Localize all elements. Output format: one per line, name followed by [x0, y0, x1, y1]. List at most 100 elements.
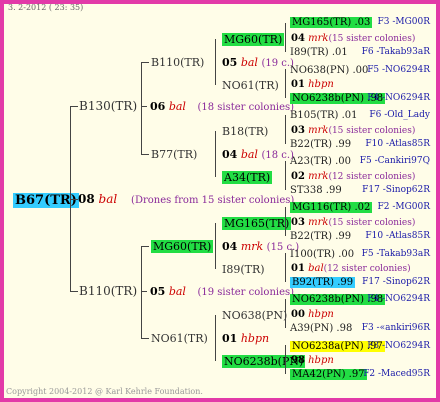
gen4-row[interactable]: A39(PN) .98 F3 -«ankiri96R	[290, 322, 430, 335]
gen3-num: 03	[291, 125, 305, 136]
gen4-row[interactable]: A23(TR) .00 F5 -Cankiri97Q	[290, 155, 430, 168]
gen4-id[interactable]: I89(TR) .01	[290, 47, 348, 58]
gen4-id[interactable]: MG165(TR) .03	[290, 17, 373, 28]
gen4-row[interactable]: B22(TR) .99 F10 -Atlas85R	[290, 230, 430, 243]
gen4-id[interactable]: B105(TR) .01	[290, 110, 358, 121]
gen4-id[interactable]: A23(TR) .00	[290, 156, 351, 167]
gen3-queen[interactable]: A34(TR)	[222, 171, 273, 184]
gen3-drone-info: 01 hbpn	[291, 78, 334, 91]
connector	[285, 345, 286, 374]
gen3-queen[interactable]: NO638(PN)	[222, 309, 287, 322]
connector	[141, 246, 142, 338]
gen3-note: (12 sister colonies)	[328, 172, 416, 182]
gen3-num: 03	[291, 217, 305, 228]
gen4-row[interactable]: ST338 .99 F17 -Sinop62R	[290, 184, 430, 197]
gen3-queen[interactable]: MG60(TR)	[222, 33, 285, 46]
gen4-row[interactable]: NO6238b(PN) .98 F4 -NO6294R	[290, 92, 430, 105]
gen3-note: (15 sister colonies)	[328, 34, 416, 44]
gen4-row[interactable]: B22(TR) .99 F10 -Atlas85R	[290, 138, 430, 151]
gen4-line: F2 -MG00R	[377, 202, 430, 212]
gen3-note: (12 sister colonies)	[323, 264, 411, 274]
connector	[141, 246, 149, 247]
gen2-num: 04	[222, 240, 238, 253]
gen4-line: F4 -NO6294R	[367, 93, 430, 103]
gen3-id[interactable]: A34(TR)	[222, 171, 273, 184]
gen3-drone-info: 03 mrk(15 sister colonies)	[291, 216, 415, 230]
connector	[215, 315, 216, 361]
connector	[285, 207, 286, 236]
gen2-drone-info: 01 hbpn	[222, 332, 269, 345]
gen1-code: bal	[168, 100, 186, 113]
gen4-id[interactable]: A39(PN) .98	[290, 323, 352, 334]
gen4-line: F2 -Maced95R	[363, 369, 430, 379]
gen3-drone-info: 98 hbpn	[291, 354, 334, 367]
gen3-num: 00	[291, 309, 305, 320]
gen1-num: 05	[150, 285, 166, 298]
gen2-id[interactable]: MG60(TR)	[151, 240, 214, 253]
connector	[215, 131, 216, 177]
gen3-id[interactable]: MG60(TR)	[222, 33, 285, 46]
gen3-code: mrk	[308, 125, 329, 136]
connector	[285, 299, 286, 328]
gen4-id[interactable]: B22(TR) .99	[290, 231, 351, 242]
gen2-queen[interactable]: NO61(TR)	[151, 332, 208, 345]
gen4-line: F3 -«ankiri96R	[361, 323, 430, 333]
gen4-line: F10 -Atlas85R	[365, 231, 430, 241]
gen1-drone-info: 06 bal (18 sister colonies)	[150, 100, 294, 114]
gen4-id[interactable]: B92(TR) .99	[290, 277, 356, 288]
gen4-line: F4 -NO6294R	[367, 294, 430, 304]
gen1-queen[interactable]: B110(TR)	[79, 285, 137, 298]
gen4-line: F17 -Sinop62R	[362, 277, 430, 287]
connector	[215, 223, 216, 269]
connector	[215, 39, 216, 85]
gen4-line: F10 -Atlas85R	[365, 139, 430, 149]
gen4-line: F6 -Old_Lady	[369, 110, 430, 120]
gen2-queen[interactable]: MG60(TR)	[151, 240, 214, 253]
gen3-queen[interactable]: MG165(TR)	[222, 217, 292, 230]
connector	[285, 69, 286, 98]
gen3-id[interactable]: MG165(TR)	[222, 217, 292, 230]
gen4-id[interactable]: I100(TR) .00	[290, 249, 354, 260]
gen3-drone-info: 00 hbpn	[291, 308, 334, 321]
connector	[70, 199, 78, 200]
gen1-queen[interactable]: B130(TR)	[79, 100, 137, 113]
gen4-line: F5 -Takab93aR	[361, 249, 430, 259]
gen4-row[interactable]: B92(TR) .99 F17 -Sinop62R	[290, 276, 430, 289]
gen4-id[interactable]: B22(TR) .99	[290, 139, 351, 150]
gen4-row[interactable]: I89(TR) .01 F6 -Takab93aR	[290, 46, 430, 59]
gen2-drone-info: 05 bal (19 c.)	[222, 56, 294, 70]
gen4-id[interactable]: MA42(PN) .97	[290, 369, 367, 380]
gen3-note: (15 sister colonies)	[328, 218, 416, 228]
gen2-queen[interactable]: B110(TR)	[151, 56, 204, 69]
gen4-row[interactable]: MG165(TR) .03 F3 -MG00R	[290, 16, 430, 29]
gen4-id[interactable]: ST338 .99	[290, 185, 342, 196]
gen3-code: mrk	[308, 33, 329, 44]
timestamp: 3. 2-2012 ( 23: 35)	[8, 3, 84, 12]
gen4-row[interactable]: MA42(PN) .97 F2 -Maced95R	[290, 368, 430, 381]
gen4-line: F3 -MG00R	[377, 17, 430, 27]
gen4-row[interactable]: NO6238a(PN) .97 F3 -NO6294R	[290, 340, 430, 353]
gen1-code: bal	[168, 285, 186, 298]
gen3-queen[interactable]: I89(TR)	[222, 263, 265, 276]
gen3-num: 01	[291, 263, 305, 274]
gen4-line: F3 -NO6294R	[367, 341, 430, 351]
gen3-queen[interactable]: B18(TR)	[222, 125, 268, 138]
gen4-row[interactable]: NO6238b(PN) .98 F4 -NO6294R	[290, 293, 430, 306]
root-num: 08	[78, 192, 95, 206]
gen4-row[interactable]: NO638(PN) .00 F5 -NO6294R	[290, 64, 430, 77]
gen1-note: (18 sister colonies)	[197, 102, 295, 113]
gen2-num: 05	[222, 56, 238, 69]
gen3-queen[interactable]: NO61(TR)	[222, 79, 279, 92]
gen4-row[interactable]: B105(TR) .01 F6 -Old_Lady	[290, 109, 430, 122]
gen3-num: 02	[291, 171, 305, 182]
gen4-row[interactable]: I100(TR) .00 F5 -Takab93aR	[290, 248, 430, 261]
connector	[285, 161, 286, 190]
gen2-num: 01	[222, 332, 238, 345]
gen4-line: F5 -Cankiri97Q	[359, 156, 430, 166]
root-id[interactable]: B67(TR)	[13, 193, 79, 208]
gen2-queen[interactable]: B77(TR)	[151, 148, 197, 161]
gen4-id[interactable]: NO638(PN) .00	[290, 65, 368, 76]
gen4-id[interactable]: MG116(TR) .02	[290, 202, 373, 213]
gen2-drone-info: 04 bal (18 c.)	[222, 148, 294, 162]
gen4-row[interactable]: MG116(TR) .02 F2 -MG00R	[290, 201, 430, 214]
